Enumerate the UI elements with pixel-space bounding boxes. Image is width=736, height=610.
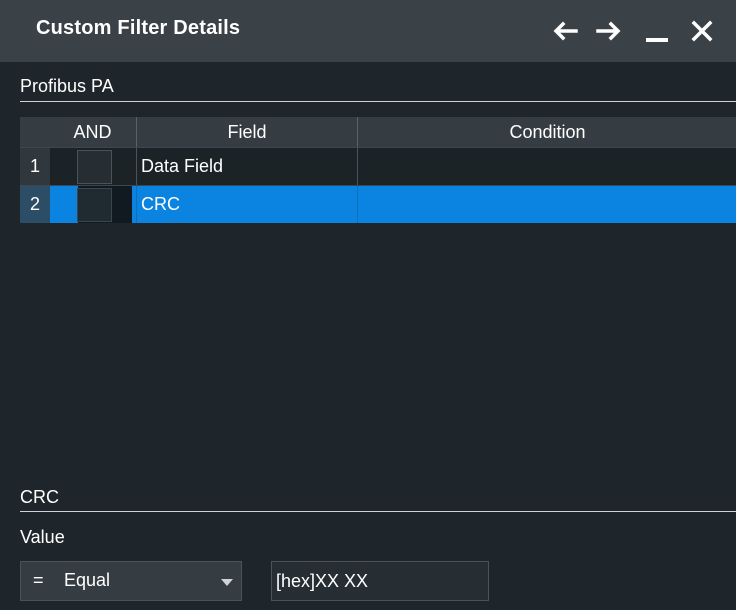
- and-cell: [50, 186, 132, 223]
- section-divider: [20, 101, 736, 102]
- window-title: Custom Filter Details: [36, 17, 241, 39]
- row-index: 2: [20, 186, 50, 223]
- value-label: Value: [20, 527, 65, 547]
- condition-cell[interactable]: [357, 186, 736, 223]
- value-input[interactable]: [hex]XX XX: [271, 561, 489, 601]
- chevron-down-icon: [221, 579, 233, 586]
- minimize-button[interactable]: [643, 16, 671, 46]
- close-button[interactable]: [690, 16, 714, 46]
- field-cell[interactable]: Data Field: [136, 148, 361, 185]
- operator-value: Equal: [64, 570, 111, 590]
- title-bar: Custom Filter Details: [0, 0, 736, 62]
- condition-header[interactable]: Condition: [357, 117, 736, 147]
- back-button[interactable]: [550, 16, 580, 46]
- operator-symbol: =: [33, 570, 44, 590]
- and-header[interactable]: AND: [50, 117, 135, 147]
- field-cell[interactable]: CRC: [136, 186, 361, 223]
- and-checkbox[interactable]: [77, 150, 112, 184]
- forward-button[interactable]: [594, 16, 624, 46]
- condition-cell[interactable]: [357, 148, 736, 185]
- protocol-label: Profibus PA: [20, 76, 114, 96]
- forward-arrow-icon: [596, 21, 621, 41]
- operator-dropdown[interactable]: = Equal: [20, 561, 242, 601]
- table-header: AND Field Condition: [20, 117, 736, 147]
- index-header: [20, 117, 50, 147]
- detail-divider: [20, 511, 736, 512]
- and-checkbox[interactable]: [77, 188, 112, 222]
- filter-table: AND Field Condition 1 Data Field 2 CRC: [20, 117, 736, 223]
- table-row-selected[interactable]: 2 CRC: [20, 185, 736, 223]
- close-icon: [691, 20, 713, 42]
- and-cell: [50, 148, 132, 185]
- field-header[interactable]: Field: [136, 117, 357, 147]
- minimize-icon: [646, 38, 668, 42]
- back-arrow-icon: [553, 21, 578, 41]
- detail-section-label: CRC: [20, 487, 59, 507]
- row-index: 1: [20, 148, 50, 185]
- table-row[interactable]: 1 Data Field: [20, 147, 736, 185]
